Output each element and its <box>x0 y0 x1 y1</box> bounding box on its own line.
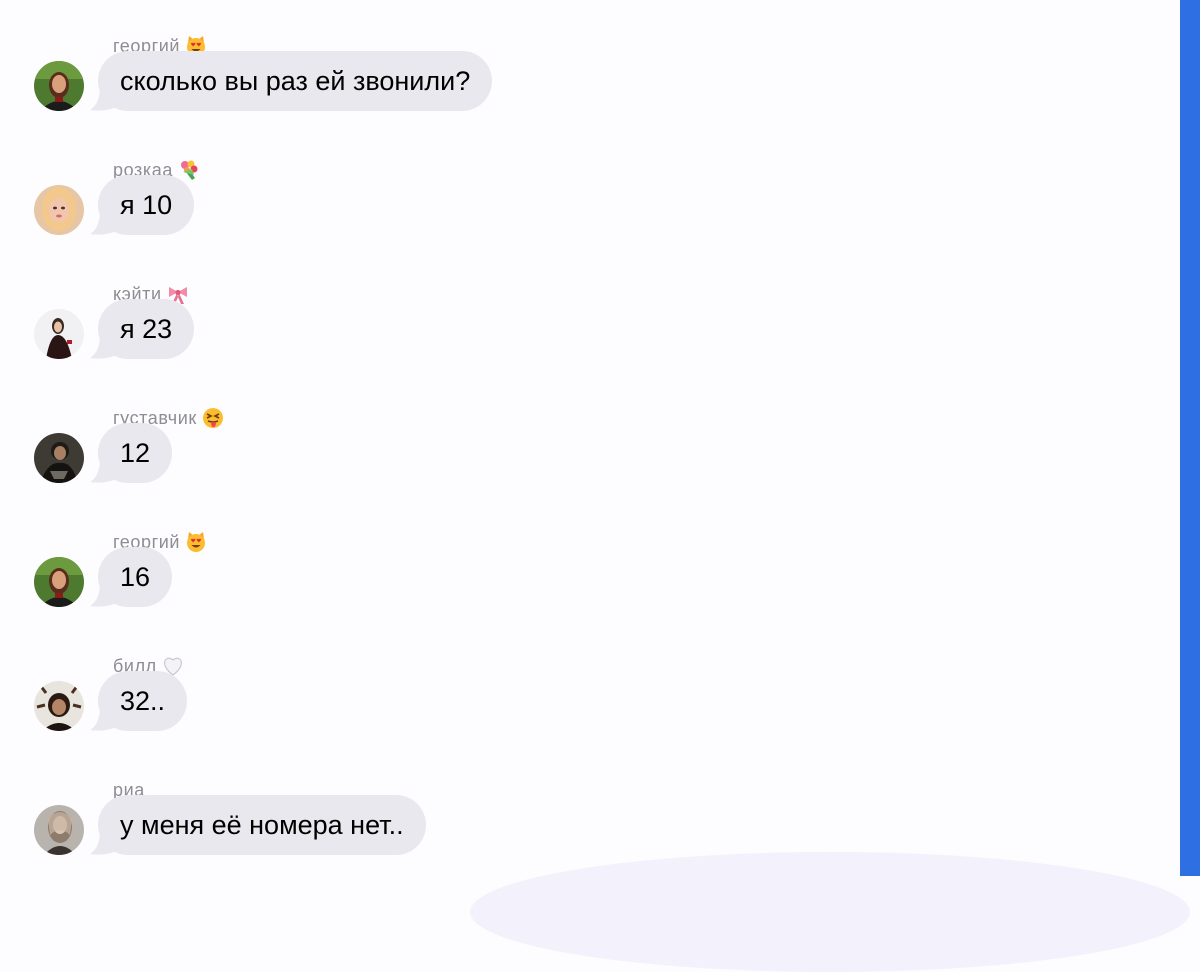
avatar-georgiy[interactable] <box>34 61 84 111</box>
avatar-ria[interactable] <box>34 805 84 855</box>
message-text: 16 <box>120 562 151 592</box>
message-text: у меня её номера нет.. <box>120 810 404 840</box>
chat-message: густавчик 12 <box>0 406 700 506</box>
message-bubble[interactable]: 16 <box>98 547 173 607</box>
bouquet-emoji-icon <box>178 159 200 181</box>
chat-message: розкаа я 10 <box>0 158 700 258</box>
message-text: сколько вы раз ей звонили? <box>120 66 471 96</box>
avatar-rozkaa[interactable] <box>34 185 84 235</box>
message-text: 32.. <box>120 686 166 716</box>
tongue-out-face-emoji-icon <box>202 407 224 429</box>
message-text: 12 <box>120 438 151 468</box>
scrollbar[interactable] <box>1180 0 1200 876</box>
message-bubble[interactable]: сколько вы раз ей звонили? <box>98 51 493 111</box>
chat-message: кэйти я 23 <box>0 282 700 382</box>
message-bubble[interactable]: я 10 <box>98 175 195 235</box>
avatar-georgiy[interactable] <box>34 557 84 607</box>
message-text: я 23 <box>120 314 173 344</box>
message-bubble[interactable]: 12 <box>98 423 173 483</box>
heart-eyes-cat-emoji-icon <box>185 531 207 553</box>
chat-message: георгий <box>0 34 700 134</box>
chat-message: риа у меня её номера нет.. <box>0 778 700 878</box>
message-bubble[interactable]: я 23 <box>98 299 195 359</box>
avatar-gustavchik[interactable] <box>34 433 84 483</box>
chat-message: билл 32.. <box>0 654 700 754</box>
avatar-bill[interactable] <box>34 681 84 731</box>
chat-message: георгий <box>0 530 700 630</box>
avatar-keyti[interactable] <box>34 309 84 359</box>
message-text: я 10 <box>120 190 173 220</box>
message-bubble[interactable]: у меня её номера нет.. <box>98 795 426 855</box>
message-bubble[interactable]: 32.. <box>98 671 188 731</box>
